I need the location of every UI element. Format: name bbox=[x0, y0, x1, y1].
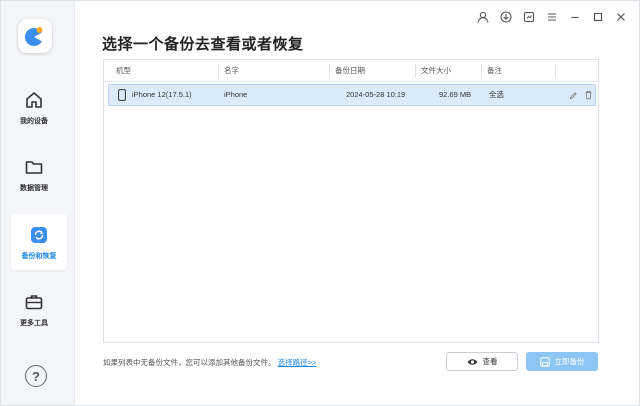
footer-note: 如果列表中无备份文件，您可以添加其他备份文件。 选择路径>> bbox=[103, 357, 316, 368]
backup-now-button[interactable]: 立即备份 bbox=[526, 352, 598, 371]
sidebar-item-backup-restore[interactable]: 备份和恢复 bbox=[11, 214, 67, 270]
row-name: iPhone bbox=[224, 90, 248, 99]
backup-table: 机型 名字 备份日期 文件大小 备注 iPhone 12(17.5.1) iPh… bbox=[103, 59, 599, 343]
save-icon bbox=[539, 356, 550, 367]
footer-note-text: 如果列表中无备份文件，您可以添加其他备份文件。 bbox=[103, 358, 276, 367]
maximize-icon[interactable] bbox=[592, 11, 604, 23]
home-icon bbox=[23, 89, 45, 111]
app-logo-icon bbox=[25, 27, 45, 46]
sidebar-item-data-management[interactable]: 数据管理 bbox=[1, 146, 67, 202]
view-button[interactable]: 查看 bbox=[446, 352, 518, 371]
toolbox-icon bbox=[23, 291, 45, 313]
app-window: 我的设备 数据管理 备份和恢复 更多工具 ? 选择一个备份去查看或者恢复 机型 … bbox=[0, 0, 640, 406]
sidebar-item-label: 备份和恢复 bbox=[21, 252, 57, 260]
sidebar-item-label: 更多工具 bbox=[20, 319, 48, 327]
column-header-model: 机型 bbox=[116, 66, 131, 75]
menu-icon[interactable] bbox=[546, 11, 558, 23]
close-icon[interactable] bbox=[615, 11, 627, 23]
help-button[interactable]: ? bbox=[25, 365, 47, 387]
row-note: 全选 bbox=[489, 90, 504, 99]
column-header-date: 备份日期 bbox=[335, 66, 365, 75]
sidebar-item-label: 数据管理 bbox=[20, 184, 48, 192]
backup-now-button-label: 立即备份 bbox=[554, 357, 585, 366]
download-icon[interactable] bbox=[500, 11, 512, 23]
choose-path-link[interactable]: 选择路径>> bbox=[278, 358, 317, 367]
row-size: 92.69 MB bbox=[439, 90, 472, 99]
backup-restore-icon bbox=[28, 224, 50, 246]
sidebar: 我的设备 数据管理 备份和恢复 更多工具 ? bbox=[1, 1, 75, 405]
phone-icon bbox=[118, 89, 126, 101]
account-icon[interactable] bbox=[477, 11, 489, 23]
row-model: iPhone 12(17.5.1) bbox=[132, 90, 192, 99]
window-controls bbox=[477, 11, 627, 23]
sidebar-item-my-device[interactable]: 我的设备 bbox=[1, 79, 67, 135]
app-logo bbox=[18, 19, 52, 53]
page-title: 选择一个备份去查看或者恢复 bbox=[102, 36, 304, 53]
sidebar-item-label: 我的设备 bbox=[20, 117, 48, 125]
view-button-label: 查看 bbox=[482, 357, 498, 366]
folder-icon bbox=[23, 156, 45, 178]
sidebar-item-more-tools[interactable]: 更多工具 bbox=[1, 281, 67, 337]
column-header-note: 备注 bbox=[487, 66, 502, 75]
table-header: 机型 名字 备份日期 文件大小 备注 bbox=[104, 60, 598, 82]
delete-icon[interactable] bbox=[583, 89, 593, 101]
minimize-icon[interactable] bbox=[569, 11, 581, 23]
eye-icon bbox=[467, 358, 477, 365]
table-row[interactable]: iPhone 12(17.5.1) iPhone 2024-05-28 10:1… bbox=[108, 84, 596, 106]
column-header-name: 名字 bbox=[224, 66, 239, 75]
column-header-size: 文件大小 bbox=[421, 66, 451, 75]
feedback-icon[interactable] bbox=[523, 11, 535, 23]
row-date: 2024-05-28 10:19 bbox=[346, 90, 406, 99]
edit-icon[interactable] bbox=[568, 89, 578, 101]
